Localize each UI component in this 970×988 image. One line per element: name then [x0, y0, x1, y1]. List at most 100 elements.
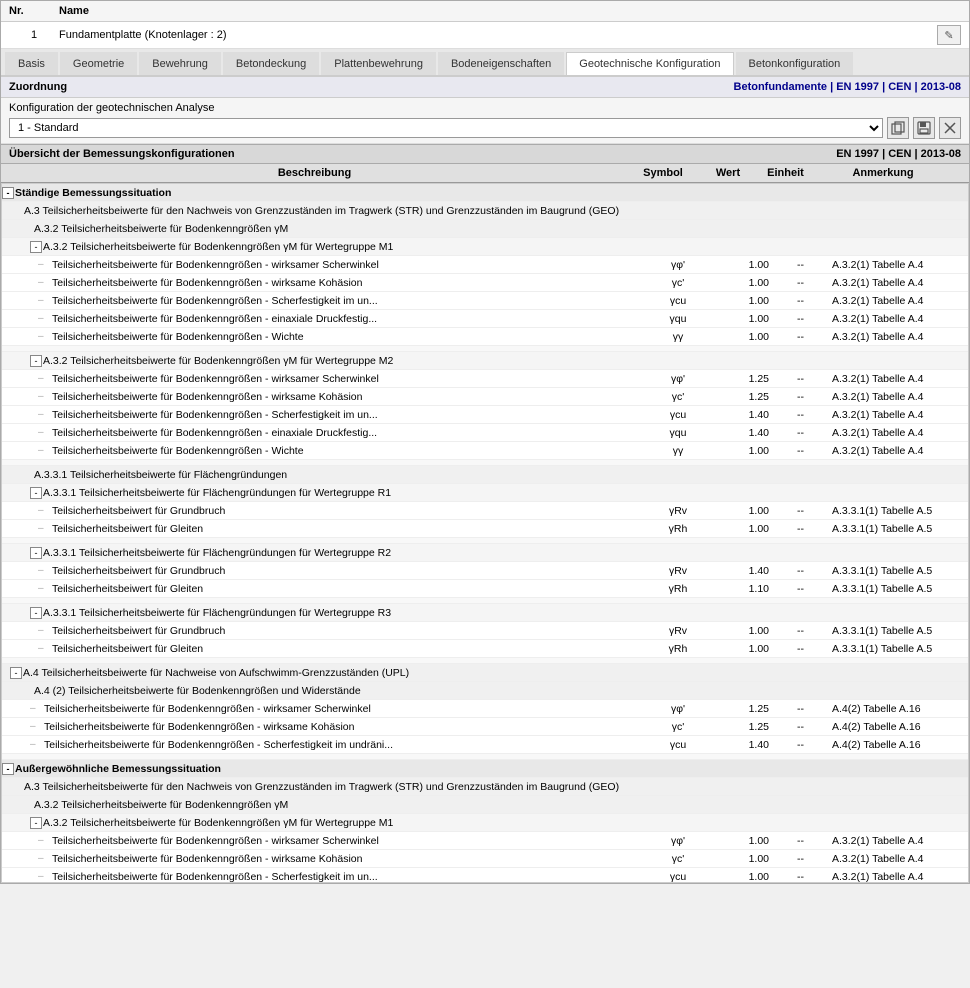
tree-anmerkung — [828, 192, 968, 194]
tree-wert — [713, 492, 773, 494]
expand-icon[interactable]: - — [30, 547, 42, 559]
config-select[interactable]: 1 - Standard — [9, 118, 883, 138]
tree-symbol — [643, 474, 713, 476]
tree-einheit: -- — [773, 624, 828, 638]
tab-geotechnische[interactable]: Geotechnische Konfiguration — [566, 52, 733, 75]
tree-einheit: -- — [773, 504, 828, 518]
col-symbol-header: Symbol — [628, 167, 698, 179]
tree-row-text: Teilsicherheitsbeiwert für Gleiten — [52, 643, 203, 655]
overview-bar: Übersicht der Bemessungskonfigurationen … — [1, 144, 969, 164]
tree-anmerkung — [828, 474, 968, 476]
tree-wert — [713, 210, 773, 212]
tree-einheit — [773, 786, 828, 788]
tree-row-text: Teilsicherheitsbeiwerte für Bodenkenngrö… — [52, 259, 379, 271]
tree-wert: 1.00 — [713, 276, 773, 290]
expand-icon[interactable]: - — [2, 763, 14, 775]
expand-icon[interactable]: - — [10, 667, 22, 679]
config-btn-1[interactable] — [887, 117, 909, 139]
tree-einheit — [773, 804, 828, 806]
tree-wert: 1.00 — [713, 642, 773, 656]
tree-wert: 1.00 — [713, 444, 773, 458]
tree-symbol: γRv — [643, 564, 713, 578]
tree-anmerkung — [828, 786, 968, 788]
tree-symbol: γcu — [643, 870, 713, 884]
tree-wert — [713, 804, 773, 806]
tree-row: -Ständige Bemessungssituation — [2, 184, 968, 202]
edit-icon[interactable]: ✎ — [937, 25, 961, 45]
tree-anmerkung: A.3.3.1(1) Tabelle A.5 — [828, 624, 968, 638]
tree-symbol: γγ — [643, 330, 713, 344]
tree-row: –Teilsicherheitsbeiwerte für Bodenkenngr… — [2, 442, 968, 460]
tree-wert: 1.25 — [713, 702, 773, 716]
tree-row-text: A.3.2 Teilsicherheitsbeiwerte für Bodenk… — [34, 799, 288, 811]
tree-symbol — [643, 228, 713, 230]
tree-symbol — [643, 246, 713, 248]
tree-row-text: A.3 Teilsicherheitsbeiwerte für den Nach… — [24, 781, 619, 793]
tree-anmerkung — [828, 768, 968, 770]
tree-row-text: A.4 (2) Teilsicherheitsbeiwerte für Bode… — [34, 685, 361, 697]
tree-anmerkung — [828, 492, 968, 494]
tree-symbol: γRh — [643, 642, 713, 656]
tree-row-text: A.4 Teilsicherheitsbeiwerte für Nachweis… — [23, 667, 409, 679]
tree-symbol — [643, 690, 713, 692]
expand-icon[interactable]: - — [2, 187, 14, 199]
expand-icon[interactable]: - — [30, 355, 42, 367]
tree-anmerkung: A.3.3.1(1) Tabelle A.5 — [828, 522, 968, 536]
tree-anmerkung: A.3.2(1) Tabelle A.4 — [828, 834, 968, 848]
tree-anmerkung: A.3.2(1) Tabelle A.4 — [828, 408, 968, 422]
tree-row: –Teilsicherheitsbeiwert für GleitenγRh1.… — [2, 640, 968, 658]
tree-anmerkung: A.3.2(1) Tabelle A.4 — [828, 372, 968, 386]
tree-row-text: Teilsicherheitsbeiwerte für Bodenkenngrö… — [52, 409, 378, 421]
tree-row-text: A.3.3.1 Teilsicherheitsbeiwerte für Fläc… — [34, 469, 287, 481]
tree-anmerkung: A.3.2(1) Tabelle A.4 — [828, 312, 968, 326]
tree-symbol — [643, 210, 713, 212]
tree-row-text: Teilsicherheitsbeiwert für Gleiten — [52, 523, 203, 535]
tree-row-text: Teilsicherheitsbeiwerte für Bodenkenngrö… — [52, 391, 363, 403]
config-btn-3[interactable] — [939, 117, 961, 139]
config-btn-2[interactable] — [913, 117, 935, 139]
tree-symbol — [643, 192, 713, 194]
tree-row: –Teilsicherheitsbeiwerte für Bodenkenngr… — [2, 370, 968, 388]
tree-row: –Teilsicherheitsbeiwerte für Bodenkenngr… — [2, 700, 968, 718]
tree-wert: 1.40 — [713, 426, 773, 440]
expand-icon[interactable]: - — [30, 487, 42, 499]
tree-row-text: Teilsicherheitsbeiwert für Grundbruch — [52, 565, 225, 577]
tree-row: A.3.2 Teilsicherheitsbeiwerte für Bodenk… — [2, 220, 968, 238]
tab-betonkonfiguration[interactable]: Betonkonfiguration — [736, 52, 854, 75]
tree-content[interactable]: -Ständige Bemessungssituation A.3 Teilsic… — [1, 183, 969, 883]
expand-icon[interactable]: - — [30, 607, 42, 619]
tree-symbol — [643, 492, 713, 494]
tree-anmerkung: A.4(2) Tabelle A.16 — [828, 720, 968, 734]
tree-symbol: γφ' — [643, 372, 713, 386]
tree-row: -A.3.2 Teilsicherheitsbeiwerte für Boden… — [2, 352, 968, 370]
tree-row: –Teilsicherheitsbeiwerte für Bodenkenngr… — [2, 424, 968, 442]
tree-einheit: -- — [773, 564, 828, 578]
name-header: Name — [59, 5, 961, 17]
tree-einheit — [773, 690, 828, 692]
tree-symbol — [643, 672, 713, 674]
tree-symbol: γφ' — [643, 258, 713, 272]
header-row: Nr. Name — [1, 1, 969, 22]
tab-bodeneigenschaften[interactable]: Bodeneigenschaften — [438, 52, 564, 75]
tab-geometrie[interactable]: Geometrie — [60, 52, 137, 75]
tree-wert: 1.25 — [713, 390, 773, 404]
tree-wert: 1.40 — [713, 738, 773, 752]
zuordnung-bar: Zuordnung Betonfundamente | EN 1997 | CE… — [1, 77, 969, 98]
tab-betondeckung[interactable]: Betondeckung — [223, 52, 319, 75]
tree-einheit — [773, 822, 828, 824]
tree-symbol: γφ' — [643, 702, 713, 716]
tree-anmerkung — [828, 210, 968, 212]
tree-row-text: Teilsicherheitsbeiwert für Gleiten — [52, 583, 203, 595]
tree-row: –Teilsicherheitsbeiwert für GrundbruchγR… — [2, 502, 968, 520]
tree-row-text: Teilsicherheitsbeiwerte für Bodenkenngrö… — [52, 445, 304, 457]
expand-icon[interactable]: - — [30, 817, 42, 829]
tab-basis[interactable]: Basis — [5, 52, 58, 75]
nr-header: Nr. — [9, 5, 59, 17]
tab-plattenbewehrung[interactable]: Plattenbewehrung — [321, 52, 436, 75]
tree-row: -A.4 Teilsicherheitsbeiwerte für Nachwei… — [2, 664, 968, 682]
tree-row-text: A.3.2 Teilsicherheitsbeiwerte für Bodenk… — [34, 223, 288, 235]
expand-icon[interactable]: - — [30, 241, 42, 253]
tab-bewehrung[interactable]: Bewehrung — [139, 52, 221, 75]
tree-row: –Teilsicherheitsbeiwerte für Bodenkenngr… — [2, 292, 968, 310]
tree-anmerkung: A.3.3.1(1) Tabelle A.5 — [828, 642, 968, 656]
